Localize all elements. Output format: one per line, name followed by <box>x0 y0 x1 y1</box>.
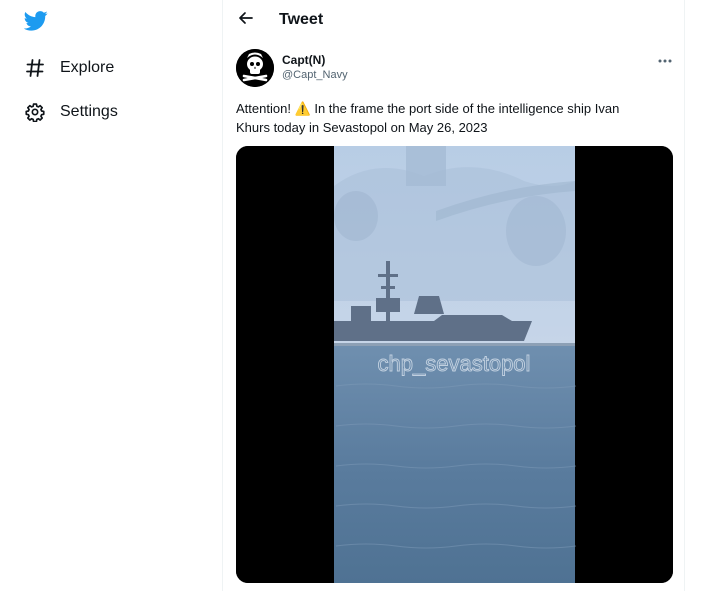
video-frame: chp_sevastopol <box>236 146 673 583</box>
sidebar-item-label: Explore <box>60 59 115 76</box>
app-root: Explore Settings Tweet Capt(N) @Capt_Nav… <box>0 0 707 591</box>
avatar[interactable] <box>236 49 274 87</box>
sidebar-item-label: Settings <box>60 103 118 120</box>
page-title: Tweet <box>279 11 324 28</box>
author-handle[interactable]: @Capt_Navy <box>282 69 348 81</box>
sidebar: Explore Settings <box>0 0 222 591</box>
gear-icon <box>24 101 46 123</box>
twitter-bird-icon[interactable] <box>23 10 48 32</box>
video-watermark: chp_sevastopol <box>378 351 531 376</box>
tweet-column: Tweet Capt(N) @Capt_Navy Attention! ⚠️ I… <box>222 0 685 591</box>
tweet-text-part: Attention! <box>236 101 295 116</box>
page-header: Tweet <box>223 0 684 40</box>
tweet-video[interactable]: chp_sevastopol <box>236 146 673 583</box>
skull-crossbones-icon <box>236 49 274 87</box>
sidebar-item-settings[interactable]: Settings <box>24 98 118 126</box>
author-name[interactable]: Capt(N) <box>282 53 325 67</box>
arrow-left-icon <box>238 10 254 31</box>
back-button[interactable] <box>235 9 257 31</box>
tweet-text-part: In the frame the port side of the intell… <box>310 101 620 116</box>
sidebar-item-explore[interactable]: Explore <box>24 54 114 82</box>
warning-icon: ⚠️ <box>294 101 311 116</box>
hashtag-icon <box>24 57 46 79</box>
ellipsis-icon <box>658 50 672 68</box>
tweet-text: Attention! ⚠️ In the frame the port side… <box>236 99 646 137</box>
more-options-button[interactable] <box>655 51 675 67</box>
tweet-text-part: Khurs today in Sevastopol on May 26, 202… <box>236 120 488 135</box>
